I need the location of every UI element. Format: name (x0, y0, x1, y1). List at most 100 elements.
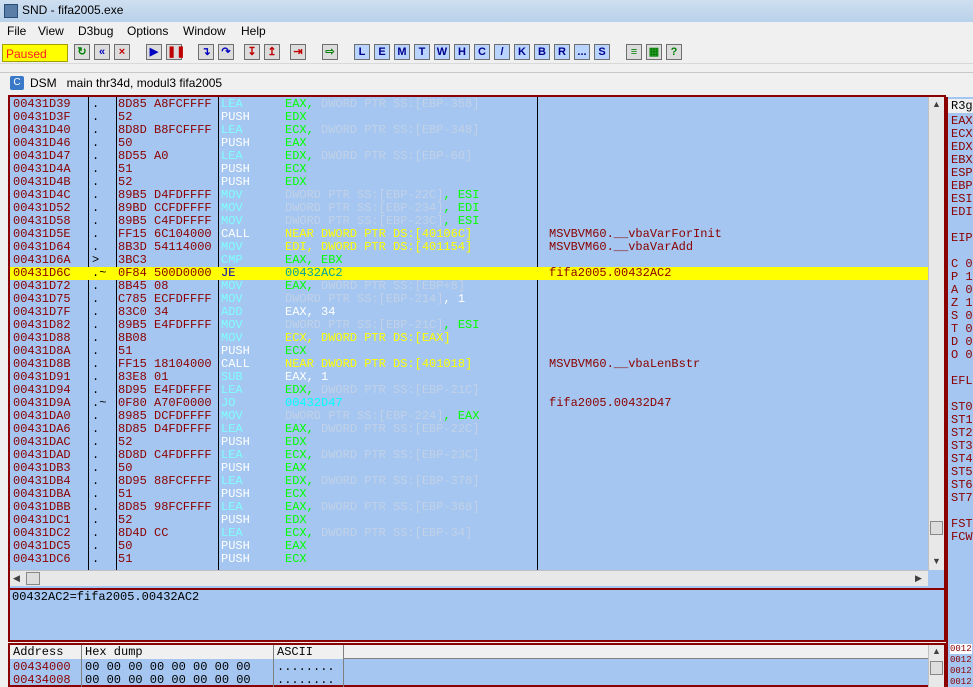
goto-icon[interactable]: ⇨ (322, 44, 338, 60)
row-hex: 52 (118, 111, 133, 124)
disasm-row[interactable]: 00431D8B. FF15 18104000 CALL NEAR DWORD PTR… (10, 358, 928, 371)
menu-options[interactable]: Options (127, 24, 168, 38)
trace-over-icon[interactable]: ↥ (264, 44, 280, 60)
row-operand-tail: ECX, (285, 526, 322, 540)
row-comment: MSVBVM60.__vbaVarAdd (549, 240, 694, 254)
trace-into-icon[interactable]: ↧ (244, 44, 260, 60)
disasm-row[interactable]: 00431D40. 8D8D B8FCFFFF LEA ECX, DWORD PTR … (10, 124, 928, 137)
row-hex: 8D4D CC (118, 527, 169, 540)
disasm-row[interactable]: 00431D4A. 51 PUSH ECX (10, 163, 928, 176)
disassembly-pane[interactable]: 00431D39. 8D85 A8FCFFFF LEA EAX, DWORD PTR … (10, 97, 928, 570)
help-icon[interactable]: ? (666, 44, 682, 60)
disassembly-vscroll[interactable]: ▲ ▼ (928, 97, 944, 570)
toolbar-letter-s[interactable]: S (594, 44, 610, 60)
register-label: FCW (951, 530, 973, 544)
disasm-row[interactable]: 00431D6C .~ 0F84 500D0000 JE 00432AC2 fifa200… (10, 267, 928, 280)
scroll-right-icon[interactable]: ▶ (915, 573, 922, 584)
menu-bar: File View D3bug Options Window Help (0, 22, 973, 42)
toolbar-letter-h[interactable]: H (454, 44, 470, 60)
info-text: 00432AC2=fifa2005.00432AC2 (12, 590, 200, 604)
list-icon[interactable]: ≡ (626, 44, 642, 60)
status-indicator: Paused (2, 44, 68, 62)
toolbar-letter-w[interactable]: W (434, 44, 450, 60)
dsm-title: DSM main thr34d, modul3 fifa2005 (30, 76, 223, 90)
disasm-row[interactable]: 00431D47. 8D55 A0 LEA EDX, DWORD PTR SS:[EB… (10, 150, 928, 163)
scroll-thumb[interactable] (930, 521, 943, 535)
disasm-row[interactable]: 00431D94. 8D95 E4FDFFFF LEA EDX, DWORD PTR … (10, 384, 928, 397)
row-hex: 0F84 500D0000 (118, 267, 212, 280)
dump-row-hex: 00 00 00 00 00 00 00 00 (85, 673, 251, 687)
register-label: ESI (951, 192, 973, 206)
dump-header-ascii[interactable]: ASCII (274, 645, 344, 659)
scroll-thumb[interactable] (930, 661, 943, 675)
row-operand-blurred: DWORD PTR SS:[EBP+8] (321, 279, 466, 293)
toolbar-letter-slash[interactable]: / (494, 44, 510, 60)
grid-icon[interactable]: ▦ (646, 44, 662, 60)
menu-file[interactable]: File (7, 24, 26, 38)
register-label: ST0 (951, 400, 973, 414)
step-over-icon[interactable]: ↷ (218, 44, 234, 60)
close-icon[interactable]: × (114, 44, 130, 60)
execute-till-return-icon[interactable]: ⇥ (290, 44, 306, 60)
row-hex: 89B5 D4FDFFFF (118, 189, 212, 202)
toolbar-letter-l[interactable]: L (354, 44, 370, 60)
disasm-row[interactable]: 00431D88. 8B08 MOV ECX, DWORD PTR DS:[EAX] (10, 332, 928, 345)
register-label: EAX (951, 114, 973, 128)
dump-header-address[interactable]: Address (10, 645, 82, 659)
register-label: Z 1 (951, 296, 973, 310)
disasm-row[interactable]: 00431D82. 89B5 E4FDFFFF MOV DWORD PTR SS:[E… (10, 319, 928, 332)
toolbar-letter-e[interactable]: E (374, 44, 390, 60)
menu-window[interactable]: Window (183, 24, 226, 38)
toolbar-letter-ellipsis[interactable]: ... (574, 44, 590, 60)
scroll-up-icon[interactable]: ▲ (932, 99, 941, 109)
row-hex: 8B3D 54114000 (118, 241, 212, 254)
disasm-row[interactable]: 00431D64. 8B3D 54114000 MOV EDI, DWORD PTR … (10, 241, 928, 254)
registers-pane[interactable]: R3g EAX ECX EDX EBX ESP EBP ESI EDI EIP C 0P 1A 0Z… (946, 97, 973, 643)
toolbar-letter-m[interactable]: M (394, 44, 410, 60)
restart-icon[interactable]: « (94, 44, 110, 60)
disasm-row[interactable]: 00431D75. C785 ECFDFFFF MOV DWORD PTR SS:[E… (10, 293, 928, 306)
disasm-row[interactable]: 00431DBB. 8D85 98FCFFFF LEA EAX, DWORD PTR … (10, 501, 928, 514)
register-label: EDI (951, 205, 973, 219)
register-label: FST (951, 517, 973, 531)
window-title: SND - fifa2005.exe (22, 3, 124, 17)
toolbar-letter-k[interactable]: K (514, 44, 530, 60)
disasm-row[interactable]: 00431D39. 8D85 A8FCFFFF LEA EAX, DWORD PTR … (10, 98, 928, 111)
dump-vscroll[interactable]: ▲ (928, 645, 944, 687)
dump-header-hex[interactable]: Hex dump (82, 645, 274, 659)
disassembly-hscroll[interactable]: ◀ ▶ (10, 570, 928, 586)
toolbar-letter-r[interactable]: R (554, 44, 570, 60)
disasm-row[interactable]: 00431DA6. 8D85 D4FDFFFF LEA EAX, DWORD PTR … (10, 423, 928, 436)
disasm-row[interactable]: 00431D72. 8B45 08 MOV EAX, DWORD PTR SS:[EB… (10, 280, 928, 293)
disasm-row[interactable]: 00431DB4. 8D95 88FCFFFF LEA EDX, DWORD PTR … (10, 475, 928, 488)
toolbar-letter-c[interactable]: C (474, 44, 490, 60)
scroll-down-icon[interactable]: ▼ (932, 556, 941, 566)
disasm-row[interactable]: 00431DAD. 8D8D C4FDFFFF LEA ECX, DWORD PTR … (10, 449, 928, 462)
scroll-left-icon[interactable]: ◀ (13, 573, 20, 584)
menu-debug[interactable]: D3bug (78, 24, 113, 38)
disasm-row[interactable]: 00431D6A >3BC3 CMP EAX, EBX (10, 254, 928, 267)
row-hex: 8D95 88FCFFFF (118, 475, 212, 488)
disasm-row[interactable]: 00431DC5. 50 PUSH EAX (10, 540, 928, 553)
row-operand-tail: , 1 (443, 292, 466, 306)
pause-icon[interactable]: ❚❚ (166, 44, 185, 60)
disasm-row[interactable]: 00431DC6. 51 PUSH ECX (10, 553, 928, 566)
row-hex: 52 (118, 514, 133, 527)
toolbar-letter-t[interactable]: T (414, 44, 430, 60)
row-hex: 83E8 01 (118, 371, 169, 384)
dump-divider (273, 659, 274, 687)
row-operand-blurred: DWORD PTR SS:[EBP-214] (285, 292, 444, 306)
hscroll-thumb[interactable] (26, 572, 40, 585)
stack-pane[interactable]: 0012 0012 0012 0012 (946, 643, 973, 687)
register-label: ESP (951, 166, 973, 180)
scroll-up-icon[interactable]: ▲ (932, 646, 941, 656)
open-icon[interactable]: ↻ (74, 44, 90, 60)
row-hex: 89BD CCFDFFFF (118, 202, 212, 215)
run-icon[interactable]: ▶ (146, 44, 162, 60)
step-into-icon[interactable]: ↴ (198, 44, 214, 60)
row-operand-blurred: DWORD PTR SS:[EBP-21C] (285, 318, 444, 332)
toolbar-letter-b[interactable]: B (534, 44, 550, 60)
disasm-row[interactable]: 00431DC2. 8D4D CC LEA ECX, DWORD PTR SS:[EB… (10, 527, 928, 540)
menu-help[interactable]: Help (241, 24, 266, 38)
menu-view[interactable]: View (38, 24, 64, 38)
